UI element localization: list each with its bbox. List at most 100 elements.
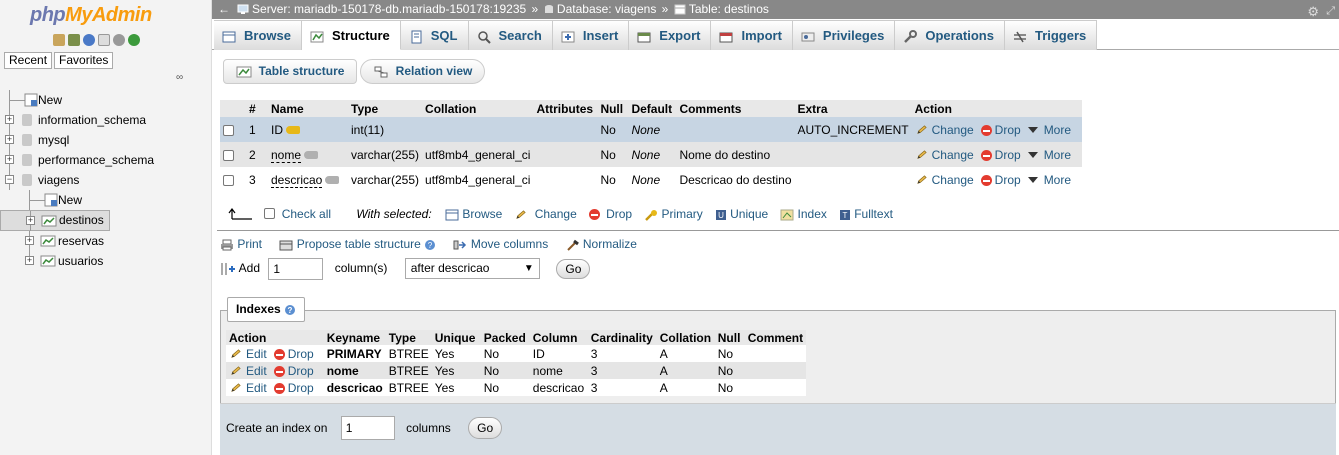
settings-icon[interactable]	[113, 34, 125, 46]
tab-structure[interactable]: Structure	[301, 20, 401, 50]
tab-operations[interactable]: Operations	[895, 20, 1005, 50]
tree-item-label[interactable]: New	[38, 93, 62, 107]
breadcrumb-table[interactable]: Table: destinos	[689, 2, 769, 16]
check-all-checkbox[interactable]	[264, 208, 276, 220]
with-selected-index-button[interactable]: Index	[780, 207, 827, 221]
column-name[interactable]: ID	[271, 123, 283, 137]
tree-item[interactable]: + performance_schema	[0, 150, 212, 170]
expand-icon[interactable]: −	[5, 175, 14, 184]
drop-button[interactable]: Drop	[980, 123, 1021, 137]
help-icon[interactable]: ?	[284, 304, 296, 316]
tree-item[interactable]: − viagens	[0, 170, 212, 190]
more-dropdown[interactable]: More	[1027, 123, 1071, 137]
print-link[interactable]: Print	[220, 237, 262, 251]
tree-item[interactable]: + reservas	[0, 231, 212, 251]
tree-item-label[interactable]: performance_schema	[38, 153, 154, 167]
with-selected-drop-button[interactable]: Drop	[588, 207, 632, 221]
drop-button[interactable]: Drop	[980, 173, 1021, 187]
recent-tab[interactable]: Recent	[4, 52, 53, 69]
favorites-tab[interactable]: Favorites	[54, 52, 114, 69]
maximize-icon[interactable]: ⤢	[1326, 2, 1335, 21]
help-icon[interactable]	[83, 34, 95, 46]
create-index-columns-input[interactable]: 1	[340, 415, 395, 440]
create-index-go-button[interactable]: Go	[468, 416, 503, 439]
cell-type: varchar(255)	[348, 142, 423, 167]
change-button[interactable]: Change	[915, 148, 974, 162]
index-drop-button[interactable]: Drop	[273, 381, 314, 395]
tree-item-label[interactable]: usuarios	[58, 254, 103, 268]
more-dropdown[interactable]: More	[1027, 148, 1071, 162]
tree-item[interactable]: + information_schema	[0, 110, 212, 130]
with-selected-change-button[interactable]: Change	[514, 207, 577, 221]
change-button[interactable]: Change	[915, 173, 974, 187]
column-position-select[interactable]: after descricao ▼	[404, 258, 540, 280]
with-selected-unique-button[interactable]: U Unique	[715, 207, 768, 221]
column-name[interactable]: descricao	[271, 172, 323, 188]
link-with-main-icon[interactable]: ∞	[176, 72, 183, 83]
tree-item-label[interactable]: viagens	[38, 173, 79, 187]
structure-icon	[236, 66, 252, 78]
row-checkbox[interactable]	[223, 149, 234, 161]
expand-icon[interactable]: +	[5, 135, 14, 144]
back-arrow-icon[interactable]: ←	[218, 2, 230, 16]
help-icon[interactable]: ?	[424, 239, 436, 251]
tab-label: Browse	[244, 28, 291, 43]
tree-item-label[interactable]: reservas	[58, 234, 104, 248]
structure-icon	[310, 31, 324, 43]
tab-sql[interactable]: SQL	[400, 20, 469, 50]
tab-search[interactable]: Search	[468, 20, 553, 50]
phpmyadmin-logo[interactable]: phpMyAdmin	[30, 4, 152, 27]
relation-view-subtab[interactable]: Relation view	[360, 59, 486, 84]
tree-item[interactable]: New	[0, 90, 212, 110]
tab-export[interactable]: Export	[629, 20, 712, 50]
index-edit-button[interactable]: Edit	[229, 347, 267, 361]
cell-collation	[422, 117, 534, 142]
row-checkbox[interactable]	[223, 174, 234, 186]
with-selected-fulltext-button[interactable]: T Fulltext	[839, 207, 893, 221]
tab-import[interactable]: Import	[711, 20, 793, 50]
column-name[interactable]: nome	[271, 147, 302, 163]
database-icon	[22, 134, 32, 146]
add-columns-go-button[interactable]: Go	[556, 258, 591, 279]
expand-icon[interactable]: +	[25, 236, 34, 245]
expand-icon[interactable]: +	[5, 115, 14, 124]
tab-insert[interactable]: Insert	[552, 20, 630, 50]
index-drop-button[interactable]: Drop	[273, 347, 314, 361]
move-columns-link[interactable]: Move columns	[453, 237, 548, 251]
exit-icon[interactable]	[68, 34, 80, 46]
change-button[interactable]: Change	[915, 123, 974, 137]
settings-gear-icon[interactable]: ⚙	[1307, 2, 1319, 21]
check-all-label[interactable]: Check all	[282, 207, 331, 221]
expand-icon[interactable]: +	[26, 216, 35, 225]
expand-icon[interactable]: +	[25, 256, 34, 265]
with-selected-browse-button[interactable]: Browse	[445, 207, 502, 221]
index-edit-button[interactable]: Edit	[229, 381, 267, 395]
tree-item[interactable]: New	[0, 190, 212, 210]
tree-item[interactable]: + usuarios	[0, 251, 212, 271]
table-structure-subtab[interactable]: Table structure	[223, 59, 358, 84]
tree-item-label[interactable]: New	[58, 193, 82, 207]
docs-icon[interactable]	[98, 34, 110, 46]
normalize-link[interactable]: Normalize	[566, 237, 637, 251]
more-dropdown[interactable]: More	[1027, 173, 1071, 187]
breadcrumb-server[interactable]: Server: mariadb-150178-db.mariadb-150178…	[252, 2, 526, 16]
breadcrumb-database[interactable]: Database: viagens	[557, 2, 656, 16]
row-checkbox[interactable]	[223, 124, 234, 136]
add-columns-count-input[interactable]: 1	[268, 257, 324, 280]
home-icon[interactable]	[53, 34, 65, 46]
tree-item[interactable]: + mysql	[0, 130, 212, 150]
tree-item[interactable]: + destinos	[0, 210, 110, 231]
tree-item-label[interactable]: mysql	[38, 133, 69, 147]
propose-structure-link[interactable]: Propose table structure ?	[279, 237, 436, 251]
tree-item-label[interactable]: destinos	[59, 213, 104, 227]
reload-icon[interactable]	[128, 34, 140, 46]
drop-button[interactable]: Drop	[980, 148, 1021, 162]
tab-privileges[interactable]: Privileges	[792, 20, 896, 50]
index-drop-button[interactable]: Drop	[273, 364, 314, 378]
with-selected-primary-button[interactable]: Primary	[644, 207, 703, 221]
expand-icon[interactable]: +	[5, 155, 14, 164]
tab-browse[interactable]: Browse	[214, 20, 302, 50]
tab-triggers[interactable]: Triggers	[1004, 20, 1098, 50]
tree-item-label[interactable]: information_schema	[38, 113, 146, 127]
index-edit-button[interactable]: Edit	[229, 364, 267, 378]
